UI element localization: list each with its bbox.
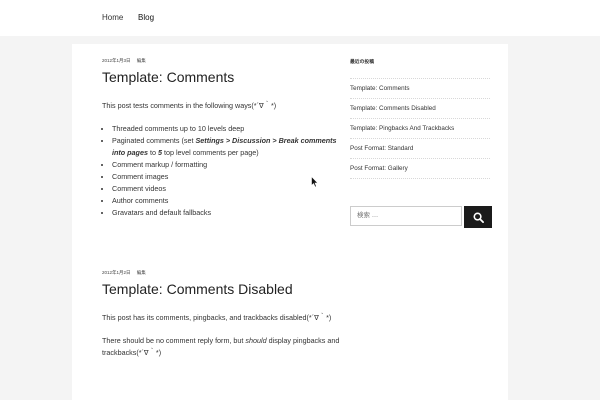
post-meta: 2012年1月3日 編集 (102, 58, 342, 66)
search-form (350, 206, 492, 228)
recent-post-link[interactable]: Post Format: Gallery (350, 159, 490, 179)
recent-post-link[interactable]: Post Format: Standard (350, 139, 490, 159)
post-title[interactable]: Template: Comments (102, 69, 342, 86)
list-item-note-pre: (set (179, 136, 196, 145)
list-item: Comment markup / formatting (112, 159, 342, 171)
list-item: Paginated comments (set Settings > Discu… (112, 135, 342, 159)
post-paragraph: There should be no comment reply form, b… (102, 335, 342, 359)
list-item: Gravatars and default fallbacks (112, 207, 342, 219)
list-item: Comment images (112, 171, 342, 183)
list-item: Threaded comments up to 10 levels deep (112, 123, 342, 135)
emphasis-text: should (245, 336, 267, 345)
post-paragraph: This post has its comments, pingbacks, a… (102, 313, 332, 322)
nav-blog-link[interactable]: Blog (138, 13, 154, 22)
search-icon (473, 212, 484, 223)
list-item-label: Paginated comments (112, 136, 180, 145)
feature-list: Threaded comments up to 10 levels deep P… (102, 123, 342, 219)
post-meta: 2012年1月2日 編集 (102, 270, 342, 278)
sidebar: 最近の投稿 Template: Comments Template: Comme… (350, 58, 492, 228)
list-item-note-post: top level comments per page) (161, 148, 259, 157)
recent-post-link[interactable]: Template: Comments Disabled (350, 99, 490, 119)
recent-post-link[interactable]: Template: Comments (350, 79, 490, 99)
main-content: 2012年1月3日 編集 Template: Comments This pos… (72, 44, 508, 400)
search-input[interactable] (350, 206, 462, 226)
nav-home-link[interactable]: Home (102, 13, 123, 22)
list-item: Comment videos (112, 183, 342, 195)
post-date[interactable]: 2012年1月2日 (102, 270, 131, 275)
list-item: Author comments (112, 195, 342, 207)
search-button[interactable] (464, 206, 492, 228)
mouse-cursor-icon (311, 176, 319, 188)
top-nav-bar: Home Blog (0, 0, 600, 36)
post-template-comments: 2012年1月3日 編集 Template: Comments This pos… (102, 58, 342, 219)
post-title[interactable]: Template: Comments Disabled (102, 281, 342, 298)
recent-posts-list: Template: Comments Template: Comments Di… (350, 78, 490, 179)
post-category[interactable]: 編集 (137, 270, 146, 275)
paragraph-text: There should be no comment reply form, b… (102, 336, 246, 345)
post-template-comments-disabled: 2012年1月2日 編集 Template: Comments Disabled… (102, 270, 342, 370)
recent-posts-title: 最近の投稿 (350, 60, 374, 65)
post-date[interactable]: 2012年1月3日 (102, 58, 131, 63)
post-category[interactable]: 編集 (137, 58, 146, 63)
post-intro: This post tests comments in the followin… (102, 101, 277, 110)
recent-post-link[interactable]: Template: Pingbacks And Trackbacks (350, 119, 490, 139)
list-item-note-to: to (147, 148, 158, 157)
